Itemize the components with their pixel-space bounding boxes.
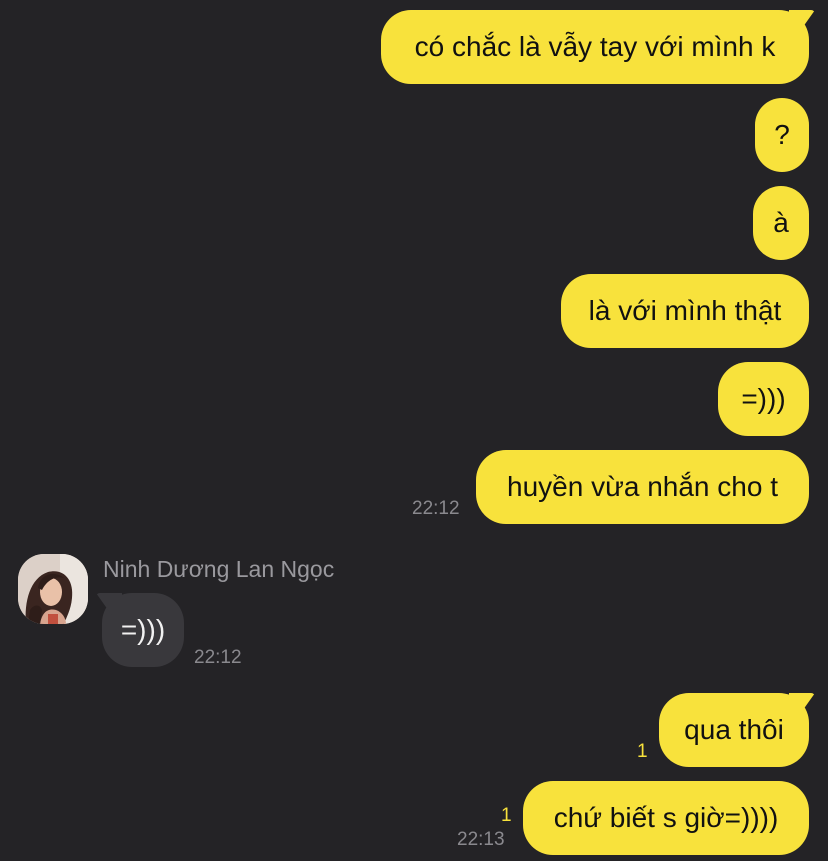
message-text: ? <box>774 119 790 150</box>
message-text: =))) <box>120 614 166 645</box>
message-timestamp: 22:12 <box>194 647 242 668</box>
message-timestamp: 22:13 <box>457 829 505 850</box>
message-text: huyền vừa nhắn cho t <box>507 471 778 502</box>
message-text: à <box>773 207 789 238</box>
unread-count: 1 <box>637 741 648 762</box>
unread-count: 1 <box>501 805 512 826</box>
outgoing-message-bubble[interactable]: ? <box>755 98 809 172</box>
avatar-photo <box>18 554 88 624</box>
message-text: chứ biết s giờ=)))) <box>553 802 779 833</box>
message-text: có chắc là vẫy tay với mình k <box>414 31 776 62</box>
outgoing-message-bubble[interactable]: có chắc là vẫy tay với mình k <box>381 10 809 84</box>
message-text: là với mình thật <box>588 295 782 326</box>
message-text: qua thôi <box>684 714 784 745</box>
outgoing-message-bubble[interactable]: huyền vừa nhắn cho t <box>476 450 809 524</box>
message-timestamp: 22:12 <box>412 498 460 519</box>
outgoing-message-bubble[interactable]: =))) <box>718 362 809 436</box>
outgoing-message-bubble[interactable]: à <box>753 186 809 260</box>
outgoing-message-bubble[interactable]: chứ biết s giờ=)))) <box>523 781 809 855</box>
outgoing-message-bubble[interactable]: qua thôi <box>659 693 809 767</box>
sender-avatar[interactable] <box>18 554 88 624</box>
outgoing-message-bubble[interactable]: là với mình thật <box>561 274 809 348</box>
incoming-message-bubble[interactable]: =))) <box>102 593 184 667</box>
sender-name: Ninh Dương Lan Ngọc <box>103 556 335 582</box>
message-text: =))) <box>741 383 786 414</box>
